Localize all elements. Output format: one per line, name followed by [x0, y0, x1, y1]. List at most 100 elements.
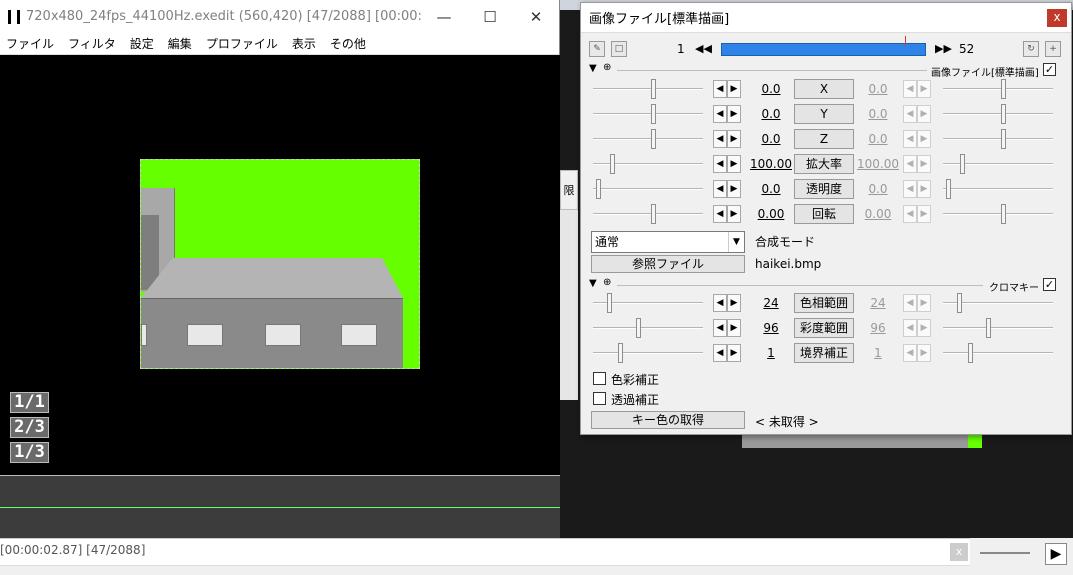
end-value[interactable]: 24 [853, 296, 903, 310]
increment-icon[interactable]: ▶ [917, 105, 931, 123]
start-slider-thumb[interactable] [607, 293, 612, 313]
increment-icon[interactable]: ▶ [727, 294, 741, 312]
get-key-color-button[interactable]: キー色の取得 [591, 411, 745, 429]
start-slider-track[interactable] [593, 213, 703, 215]
start-value[interactable]: 0.0 [746, 107, 796, 121]
horizontal-scrollbar[interactable] [0, 565, 970, 575]
end-slider-thumb[interactable] [1001, 79, 1006, 99]
start-slider-track[interactable] [593, 327, 703, 329]
decrement-icon[interactable]: ◀ [713, 155, 727, 173]
end-stepper[interactable]: ◀ ▶ [903, 80, 931, 98]
end-slider-thumb[interactable] [957, 293, 962, 313]
decrement-icon[interactable]: ◀ [903, 344, 917, 362]
end-stepper[interactable]: ◀ ▶ [903, 344, 931, 362]
end-stepper[interactable]: ◀ ▶ [903, 130, 931, 148]
param-button[interactable]: 彩度範囲 [794, 318, 854, 338]
end-stepper[interactable]: ◀ ▶ [903, 180, 931, 198]
param-button[interactable]: Y [794, 104, 854, 124]
end-slider-thumb[interactable] [968, 343, 973, 363]
start-value[interactable]: 0.0 [746, 82, 796, 96]
end-stepper[interactable]: ◀ ▶ [903, 319, 931, 337]
decrement-icon[interactable]: ◀ [903, 294, 917, 312]
frame-range-bar[interactable] [721, 36, 926, 56]
start-slider-thumb[interactable] [596, 179, 601, 199]
menu-profile[interactable]: プロファイル [206, 35, 278, 52]
timeline-area[interactable] [0, 475, 560, 540]
decrement-icon[interactable]: ◀ [903, 155, 917, 173]
section-enable-checkbox-image[interactable]: ✓ [1043, 63, 1056, 76]
increment-icon[interactable]: ▶ [917, 155, 931, 173]
start-slider-track[interactable] [593, 138, 703, 140]
end-value[interactable]: 1 [853, 346, 903, 360]
end-slider-thumb[interactable] [1001, 104, 1006, 124]
param-button[interactable]: 回転 [794, 204, 854, 224]
camera-control-icon[interactable]: ✎ [589, 41, 605, 57]
end-slider-track[interactable] [943, 213, 1053, 215]
fast-forward-icon[interactable]: ▶▶ [935, 41, 952, 57]
end-slider-thumb[interactable] [1001, 204, 1006, 224]
start-stepper[interactable]: ◀ ▶ [713, 80, 741, 98]
reload-icon[interactable]: ↻ [1023, 41, 1039, 57]
increment-icon[interactable]: ▶ [727, 180, 741, 198]
end-slider-thumb[interactable] [960, 154, 965, 174]
maximize-button[interactable]: ☐ [467, 8, 513, 26]
start-value[interactable]: 0.0 [746, 132, 796, 146]
decrement-icon[interactable]: ◀ [903, 130, 917, 148]
start-value[interactable]: 0.00 [746, 207, 796, 221]
end-slider-thumb[interactable] [946, 179, 951, 199]
status-close-button[interactable]: x [950, 543, 968, 561]
decrement-icon[interactable]: ◀ [903, 205, 917, 223]
end-value[interactable]: 0.0 [853, 132, 903, 146]
increment-icon[interactable]: ▶ [917, 319, 931, 337]
color-correction-checkbox[interactable] [593, 372, 606, 385]
preview-image[interactable] [140, 159, 420, 369]
increment-icon[interactable]: ▶ [727, 205, 741, 223]
increment-icon[interactable]: ▶ [917, 180, 931, 198]
param-button[interactable]: 色相範囲 [794, 293, 854, 313]
start-value[interactable]: 24 [746, 296, 796, 310]
start-value[interactable]: 100.00 [746, 157, 796, 171]
start-slider-thumb[interactable] [618, 343, 623, 363]
start-stepper[interactable]: ◀ ▶ [713, 105, 741, 123]
start-value[interactable]: 0.0 [746, 182, 796, 196]
end-slider-track[interactable] [943, 352, 1053, 354]
start-stepper[interactable]: ◀ ▶ [713, 130, 741, 148]
menu-settings[interactable]: 設定 [130, 35, 154, 52]
end-value[interactable]: 100.00 [853, 157, 903, 171]
menu-edit[interactable]: 編集 [168, 35, 192, 52]
end-value[interactable]: 0.00 [853, 207, 903, 221]
increment-icon[interactable]: ▶ [727, 319, 741, 337]
start-slider-track[interactable] [593, 188, 703, 190]
increment-icon[interactable]: ▶ [727, 80, 741, 98]
start-stepper[interactable]: ◀ ▶ [713, 155, 741, 173]
blend-mode-select[interactable]: 通常 ▼ [591, 231, 745, 253]
start-stepper[interactable]: ◀ ▶ [713, 180, 741, 198]
end-slider-thumb[interactable] [986, 318, 991, 338]
param-button[interactable]: 拡大率 [794, 154, 854, 174]
param-button[interactable]: X [794, 79, 854, 99]
video-preview[interactable] [0, 55, 560, 475]
decrement-icon[interactable]: ◀ [713, 80, 727, 98]
decrement-icon[interactable]: ◀ [903, 80, 917, 98]
shadow-icon[interactable]: □ [611, 41, 627, 57]
start-slider-thumb[interactable] [651, 104, 656, 124]
end-stepper[interactable]: ◀ ▶ [903, 105, 931, 123]
end-value[interactable]: 0.0 [853, 82, 903, 96]
increment-icon[interactable]: ▶ [917, 294, 931, 312]
start-slider-thumb[interactable] [610, 154, 615, 174]
end-slider-track[interactable] [943, 113, 1053, 115]
end-value[interactable]: 0.0 [853, 182, 903, 196]
panel-close-button[interactable]: x [1047, 8, 1067, 27]
increment-icon[interactable]: ▶ [917, 205, 931, 223]
param-button[interactable]: Z [794, 129, 854, 149]
transparency-correction-checkbox[interactable] [593, 392, 606, 405]
start-value[interactable]: 96 [746, 321, 796, 335]
start-stepper[interactable]: ◀ ▶ [713, 205, 741, 223]
start-slider-track[interactable] [593, 88, 703, 90]
increment-icon[interactable]: ▶ [727, 130, 741, 148]
decrement-icon[interactable]: ◀ [713, 294, 727, 312]
menu-filter[interactable]: フィルタ [68, 35, 116, 52]
end-value[interactable]: 96 [853, 321, 903, 335]
menu-other[interactable]: その他 [330, 35, 366, 52]
decrement-icon[interactable]: ◀ [903, 180, 917, 198]
